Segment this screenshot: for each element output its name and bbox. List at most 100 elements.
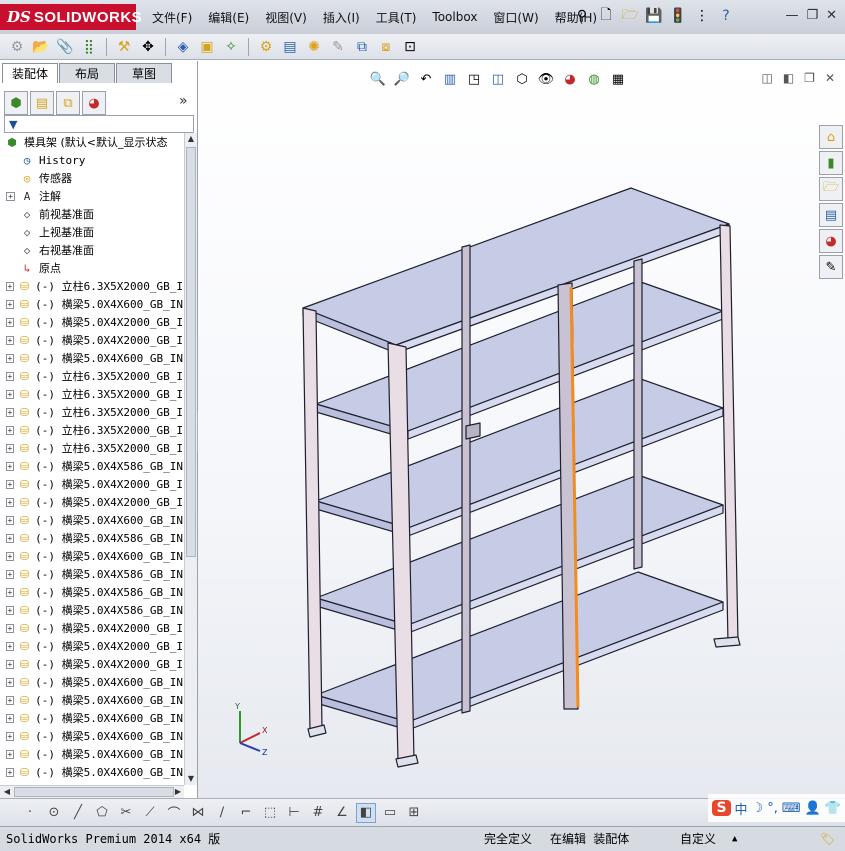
solidworks-logo[interactable]: DS SOLIDWORKS	[0, 4, 142, 30]
grid-icon[interactable]: #	[308, 803, 328, 823]
tree-item[interactable]: + ⛁ (-) 立柱6.3X5X2000_GB_I	[0, 439, 183, 457]
tree-item[interactable]: ◇ 前视基准面	[0, 205, 183, 223]
tree-item[interactable]: + ⛁ (-) 横梁5.0X4X2000_GB_I	[0, 619, 183, 637]
construction-line-icon[interactable]: ∕	[212, 803, 232, 823]
tree-item[interactable]: + ⛁ (-) 立柱6.3X5X2000_GB_I	[0, 367, 183, 385]
insert-component-icon[interactable]: 📂	[30, 36, 52, 58]
tree-item[interactable]: ↳ 原点	[0, 259, 183, 277]
rebuild-icon[interactable]: 🚦	[668, 6, 688, 26]
expand-icon[interactable]: +	[6, 335, 14, 345]
menu-item[interactable]: 工具(T)	[368, 9, 425, 26]
close-icon[interactable]: ✕	[826, 8, 837, 23]
post-front-left[interactable]	[302, 307, 323, 732]
tab-0[interactable]: 装配体	[2, 63, 58, 83]
expand-icon[interactable]: +	[6, 641, 14, 651]
tree-item[interactable]: ◷ History	[0, 151, 183, 169]
tree-item[interactable]: + ⛁ (-) 横梁5.0X4X2000_GB_I	[0, 637, 183, 655]
show-hidden-icon[interactable]: ◈	[172, 36, 194, 58]
interference-detection-icon[interactable]: ⧉	[351, 36, 373, 58]
mate-icon[interactable]: 📎	[54, 36, 76, 58]
rectangle-icon[interactable]: ⬚	[260, 803, 280, 823]
tree-hscroll-thumb[interactable]	[14, 787, 174, 797]
expand-icon[interactable]: +	[6, 605, 14, 615]
tree-item[interactable]: + ⛁ (-) 横梁5.0X4X586_GB_IN	[0, 601, 183, 619]
expand-icon[interactable]: +	[6, 191, 15, 201]
expand-icon[interactable]: +	[6, 353, 14, 363]
feature-manager-icon[interactable]: ⬢	[4, 91, 28, 115]
tree-item[interactable]: + ⛁ (-) 立柱6.3X5X2000_GB_I	[0, 421, 183, 439]
expand-icon[interactable]: +	[6, 389, 14, 399]
tree-root[interactable]: ⬢ 模具架 (默认<默认_显示状态	[0, 133, 183, 151]
tree-item[interactable]: + ⛁ (-) 立柱6.3X5X2000_GB_I	[0, 385, 183, 403]
tree-item[interactable]: + ⛁ (-) 横梁5.0X4X600_GB_IN	[0, 673, 183, 691]
tree-item[interactable]: + ⛁ (-) 横梁5.0X4X600_GB_IN	[0, 295, 183, 313]
tree-item[interactable]: + ⛁ (-) 横梁5.0X4X600_GB_IN	[0, 727, 183, 745]
foot-front-right[interactable]	[713, 636, 741, 648]
post-front-right[interactable]	[719, 224, 739, 644]
expand-icon[interactable]: +	[6, 317, 14, 327]
tree-scroll-thumb[interactable]	[186, 147, 196, 557]
tab-2[interactable]: 草图	[116, 63, 172, 83]
expand-icon[interactable]: +	[6, 587, 14, 597]
configuration-manager-icon[interactable]: ⧉	[56, 91, 80, 115]
tree-item[interactable]: ◎ 传感器	[0, 169, 183, 187]
expand-icon[interactable]: +	[6, 533, 14, 543]
tree-item[interactable]: + ⛁ (-) 横梁5.0X4X2000_GB_I	[0, 475, 183, 493]
menu-item[interactable]: 插入(I)	[315, 9, 368, 26]
extend-icon[interactable]: ⟋	[140, 803, 160, 823]
expand-icon[interactable]: +	[6, 623, 14, 633]
move-component-icon[interactable]: ✥	[137, 36, 159, 58]
graphics-viewport[interactable]: 🔍 🔎 ↶ ▥ ◳ ◫ ⬡ 👁 ◕ ◍ ▦ ◫ ◧ ❐ ✕ ⌂ ▮ 🗁 ▤ ◕ …	[198, 61, 845, 798]
tree-item[interactable]: + A 注解	[0, 187, 183, 205]
expand-icon[interactable]: +	[6, 281, 14, 291]
property-manager-icon[interactable]: ▤	[30, 91, 54, 115]
back-beam-block[interactable]	[465, 422, 481, 440]
post-back-right[interactable]	[633, 258, 643, 570]
tree-item[interactable]: + ⛁ (-) 横梁5.0X4X2000_GB_I	[0, 313, 183, 331]
units-dropdown-icon[interactable]: ▲	[732, 830, 737, 848]
tree-item[interactable]: + ⛁ (-) 横梁5.0X4X600_GB_IN	[0, 547, 183, 565]
expand-icon[interactable]: +	[6, 569, 14, 579]
assembly-features-icon[interactable]: ▣	[196, 36, 218, 58]
expand-panel-icon[interactable]: »	[179, 93, 188, 109]
tree-item[interactable]: + ⛁ (-) 横梁5.0X4X2000_GB_I	[0, 493, 183, 511]
tree-item[interactable]: + ⛁ (-) 横梁5.0X4X2000_GB_I	[0, 331, 183, 349]
point-icon[interactable]: ·	[20, 803, 40, 823]
punctuation-icon[interactable]: °,	[767, 801, 778, 816]
tree-item[interactable]: + ⛁ (-) 横梁5.0X4X586_GB_IN	[0, 529, 183, 547]
save-icon[interactable]: 💾	[644, 6, 664, 26]
tree-horizontal-scrollbar[interactable]: ◀ ▶	[0, 785, 184, 798]
expand-icon[interactable]: +	[6, 479, 14, 489]
reference-geometry-icon[interactable]: ✧	[220, 36, 242, 58]
status-custom[interactable]: 自定义	[680, 830, 716, 848]
tree-item[interactable]: + ⛁ (-) 横梁5.0X4X600_GB_IN	[0, 745, 183, 763]
ime-language-label[interactable]: 中	[735, 799, 748, 818]
expand-icon[interactable]: +	[6, 731, 14, 741]
tree-item[interactable]: + ⛁ (-) 立柱6.3X5X2000_GB_I	[0, 277, 183, 295]
new-motion-study-icon[interactable]: ⚙	[255, 36, 277, 58]
help-icon[interactable]: ?	[716, 6, 736, 26]
minimize-icon[interactable]: —	[785, 8, 798, 23]
expand-icon[interactable]: +	[6, 551, 14, 561]
pin-icon[interactable]: ⚲	[572, 6, 592, 26]
keyboard-icon[interactable]: ⌨	[782, 801, 801, 816]
menu-item[interactable]: Toolbox	[424, 10, 485, 24]
exploded-view-icon[interactable]: ✺	[303, 36, 325, 58]
tree-item[interactable]: + ⛁ (-) 横梁5.0X4X586_GB_IN	[0, 583, 183, 601]
tree-item[interactable]: + ⛁ (-) 横梁5.0X4X586_GB_IN	[0, 565, 183, 583]
smart-fasteners-icon[interactable]: ⚒	[113, 36, 135, 58]
menu-item[interactable]: 编辑(E)	[200, 9, 257, 26]
scroll-down-icon[interactable]: ▼	[185, 773, 197, 785]
expand-icon[interactable]: +	[6, 443, 14, 453]
view-cube-icon[interactable]: ◧	[356, 802, 376, 823]
sogou-logo-icon[interactable]: S	[712, 800, 731, 816]
open-folder-icon[interactable]: 🗁	[620, 6, 640, 26]
tree-item[interactable]: + ⛁ (-) 横梁5.0X4X600_GB_IN	[0, 511, 183, 529]
tree-item[interactable]: + ⛁ (-) 横梁5.0X4X600_GB_IN	[0, 709, 183, 727]
expand-icon[interactable]: +	[6, 497, 14, 507]
user-icon[interactable]: 👤	[805, 801, 821, 816]
single-view-icon[interactable]: ▭	[380, 803, 400, 823]
linear-pattern-icon[interactable]: ⣿	[78, 36, 100, 58]
expand-icon[interactable]: +	[6, 299, 14, 309]
bill-of-materials-icon[interactable]: ▤	[279, 36, 301, 58]
